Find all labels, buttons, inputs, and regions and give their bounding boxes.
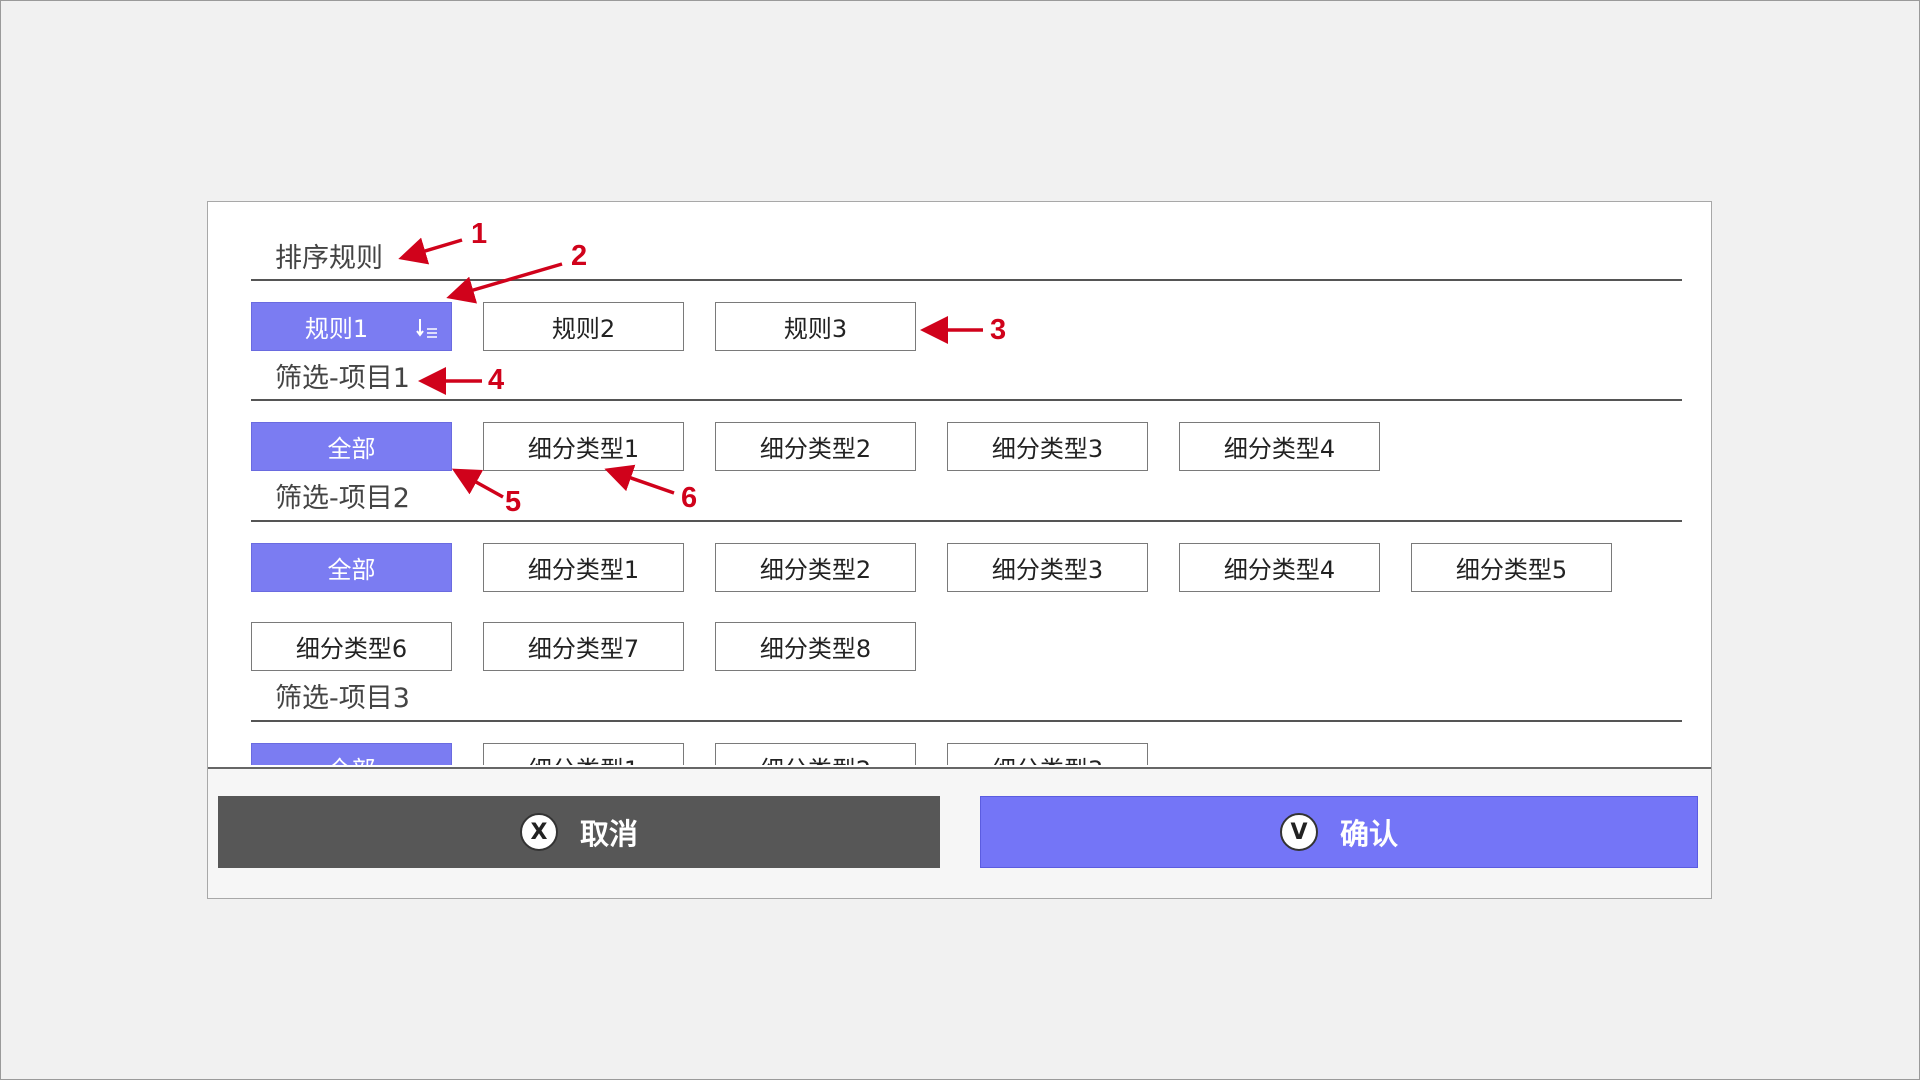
filter-3-option-type-2[interactable]: 细分类型2 <box>715 743 916 765</box>
annotation-number-1: 1 <box>471 218 488 250</box>
annotation-number-5: 5 <box>505 486 522 518</box>
filter-scroll-area[interactable]: 排序规则 规则1 规则2 规则3 筛选-项目1 全部 细分类型1 细分类型2 细… <box>208 202 1711 767</box>
filter-3-option-type-1[interactable]: 细分类型1 <box>483 743 684 765</box>
confirm-button[interactable]: V 确认 <box>980 796 1698 868</box>
close-circle-icon: X <box>519 813 558 851</box>
annotation-number-6: 6 <box>681 482 698 514</box>
filter-dialog: 排序规则 规则1 规则2 规则3 筛选-项目1 全部 细分类型1 细分类型2 细… <box>207 201 1712 899</box>
annotation-number-2: 2 <box>571 240 588 272</box>
filter-3-option-type-3[interactable]: 细分类型3 <box>947 743 1148 765</box>
filter-3-options-clip: 全部 细分类型1 细分类型2 细分类型3 <box>208 202 1711 765</box>
cancel-button[interactable]: X 取消 <box>218 796 940 868</box>
annotation-number-3: 3 <box>990 314 1007 346</box>
check-circle-icon: V <box>1279 813 1318 851</box>
confirm-button-label: 确认 <box>1339 817 1398 851</box>
cancel-button-label: 取消 <box>579 817 638 851</box>
annotation-number-4: 4 <box>488 364 505 396</box>
dialog-footer: X 取消 V 确认 <box>208 767 1711 898</box>
filter-3-option-all[interactable]: 全部 <box>251 743 452 765</box>
